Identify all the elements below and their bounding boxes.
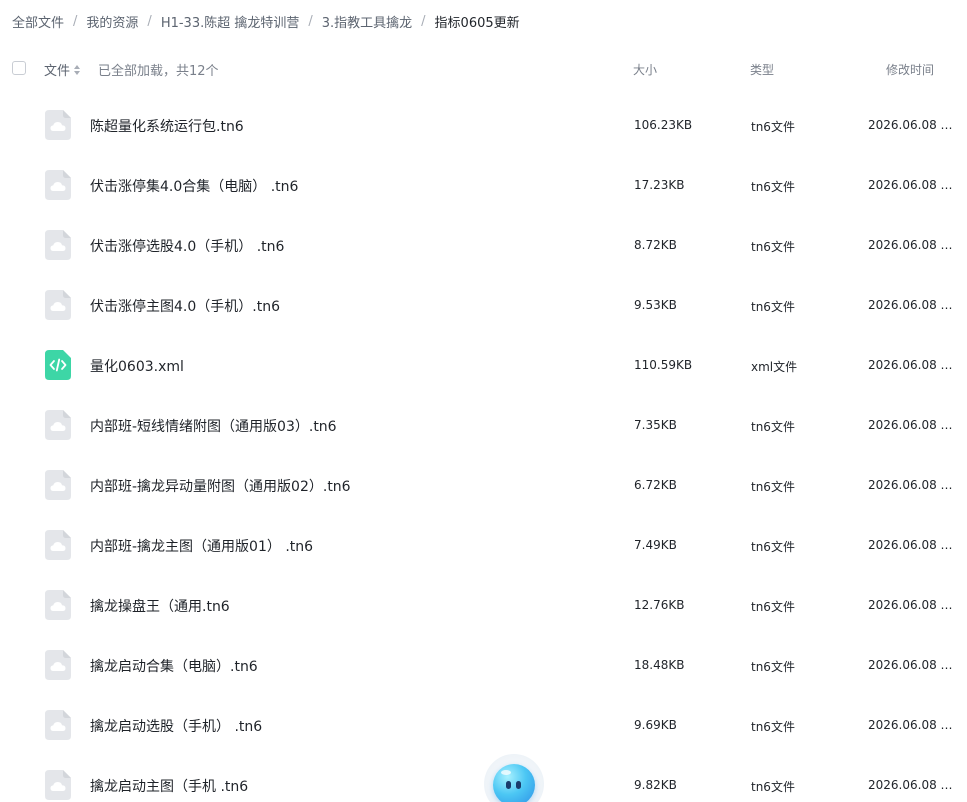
file-row[interactable]: 伏击涨停主图4.0（手机）.tn6 9.53KB tn6文件 2026.06.08 1… [0,275,967,335]
file-size: 8.72KB [634,238,677,252]
file-size: 7.35KB [634,418,677,432]
file-row[interactable]: 内部班-短线情绪附图（通用版03）.tn6 7.35KB tn6文件 2026.06.… [0,395,967,455]
file-size: 9.82KB [634,778,677,792]
file-name[interactable]: 擒龙启动选股（手机） .tn6 [90,716,262,736]
file-type: tn6文件 [751,780,795,794]
file-type: tn6文件 [751,660,795,674]
file-modified-time: 2026.06.08 1... [868,598,954,612]
file-name[interactable]: 陈超量化系统运行包.tn6 [90,116,244,136]
file-modified-time: 2026.06.08 1... [868,238,954,252]
file-size: 106.23KB [634,118,693,132]
breadcrumb-item-all-files[interactable]: 全部文件 [12,12,64,31]
modified-time-column-header[interactable]: 修改时间 [886,61,934,78]
file-type: tn6文件 [751,120,795,134]
file-row[interactable]: 陈超量化系统运行包.tn6 106.23KB tn6文件 2026.06.08 1..… [0,95,967,155]
file-size: 17.23KB [634,178,685,192]
file-type: tn6文件 [751,720,795,734]
file-name[interactable]: 内部班-擒龙主图（通用版01） .tn6 [90,536,313,556]
file-row[interactable]: 内部班-擒龙异动量附图（通用版02）.tn6 6.72KB tn6文件 2026.06… [0,455,967,515]
file-row[interactable]: 伏击涨停选股4.0（手机） .tn6 8.72KB tn6文件 2026.06.08 … [0,215,967,275]
cloud-file-icon [45,110,71,140]
cloud-file-icon [45,530,71,560]
file-modified-time: 2026.06.08 1... [868,658,954,672]
file-type: tn6文件 [751,480,795,494]
cloud-file-icon [45,470,71,500]
cloud-file-icon [45,230,71,260]
file-name[interactable]: 伏击涨停选股4.0（手机） .tn6 [90,236,284,256]
file-name[interactable]: 内部班-擒龙异动量附图（通用版02）.tn6 [90,476,351,496]
code-file-icon [45,350,71,380]
name-column-header[interactable]: 文件 [44,60,81,79]
cloud-file-icon [45,590,71,620]
file-name[interactable]: 擒龙操盘王（通用.tn6 [90,596,230,616]
file-list: 陈超量化系统运行包.tn6 106.23KB tn6文件 2026.06.08 1..… [0,95,967,802]
cloud-file-icon [45,410,71,440]
breadcrumb-separator: / [308,13,313,29]
breadcrumb-item-current-folder: 指标0605更新 [434,15,520,31]
file-size: 9.69KB [634,718,677,732]
cloud-file-icon [45,170,71,200]
file-row[interactable]: 伏击涨停集4.0合集（电脑） .tn6 17.23KB tn6文件 2026.06.0… [0,155,967,215]
file-type: tn6文件 [751,300,795,314]
breadcrumb-separator: / [421,13,426,29]
file-type: tn6文件 [751,600,795,614]
file-size: 12.76KB [634,598,685,612]
file-name[interactable]: 擒龙启动合集（电脑）.tn6 [90,656,258,676]
loaded-count-text: 已全部加载，共12个 [98,64,219,79]
file-modified-time: 2026.06.08 1... [868,778,954,792]
file-list-header: 文件 已全部加载，共12个 大小 类型 修改时间 [0,50,967,88]
file-type: tn6文件 [751,540,795,554]
file-modified-time: 2026.06.08 1... [868,718,954,732]
cloud-file-icon [45,650,71,680]
file-name[interactable]: 伏击涨停集4.0合集（电脑） .tn6 [90,176,298,196]
breadcrumb-item-tools-folder[interactable]: 3.指教工具擒龙 [322,12,412,31]
file-type: xml文件 [751,360,798,374]
breadcrumb-separator: / [147,13,152,29]
file-size: 9.53KB [634,298,677,312]
file-size: 110.59KB [634,358,693,372]
file-name[interactable]: 伏击涨停主图4.0（手机）.tn6 [90,296,280,316]
file-name[interactable]: 量化0603.xml [90,356,184,376]
file-type: tn6文件 [751,240,795,254]
file-size: 7.49KB [634,538,677,552]
cloud-file-icon [45,710,71,740]
breadcrumb: 全部文件 / 我的资源 / H1-33.陈超 擒龙特训营 / 3.指教工具擒龙 … [12,10,520,32]
file-type: tn6文件 [751,180,795,194]
file-modified-time: 2026.06.08 1... [868,478,954,492]
file-name[interactable]: 擒龙启动主图（手机 .tn6 [90,776,248,796]
file-row[interactable]: 量化0603.xml 110.59KB xml文件 2026.06.08 1... [0,335,967,395]
file-name[interactable]: 内部班-短线情绪附图（通用版03）.tn6 [90,416,337,436]
cloud-file-icon [45,290,71,320]
file-browser: 全部文件 / 我的资源 / H1-33.陈超 擒龙特训营 / 3.指教工具擒龙 … [0,0,967,802]
size-column-header[interactable]: 大小 [633,61,657,78]
file-modified-time: 2026.06.08 1... [868,418,954,432]
file-size: 6.72KB [634,478,677,492]
file-modified-time: 2026.06.08 1... [868,358,954,372]
file-type: tn6文件 [751,420,795,434]
file-modified-time: 2026.06.08 1... [868,118,954,132]
breadcrumb-item-my-resources[interactable]: 我的资源 [86,12,138,31]
cloud-file-icon [45,770,71,800]
type-column-header[interactable]: 类型 [750,61,774,78]
breadcrumb-item-course-folder[interactable]: H1-33.陈超 擒龙特训营 [161,12,300,31]
sort-icon [74,64,81,75]
file-modified-time: 2026.06.08 1... [868,298,954,312]
file-size: 18.48KB [634,658,685,672]
file-row[interactable]: 擒龙启动合集（电脑）.tn6 18.48KB tn6文件 2026.06.08 1..… [0,635,967,695]
select-all-checkbox[interactable] [12,61,26,75]
file-row[interactable]: 擒龙启动选股（手机） .tn6 9.69KB tn6文件 2026.06.08 1..… [0,695,967,755]
file-modified-time: 2026.06.08 1... [868,538,954,552]
breadcrumb-separator: / [73,13,78,29]
file-row[interactable]: 内部班-擒龙主图（通用版01） .tn6 7.49KB tn6文件 2026.06.0… [0,515,967,575]
file-modified-time: 2026.06.08 1... [868,178,954,192]
file-row[interactable]: 擒龙操盘王（通用.tn6 12.76KB tn6文件 2026.06.08 1... [0,575,967,635]
name-column-label: 文件 [44,64,71,79]
assistant-mascot-icon [493,764,535,802]
